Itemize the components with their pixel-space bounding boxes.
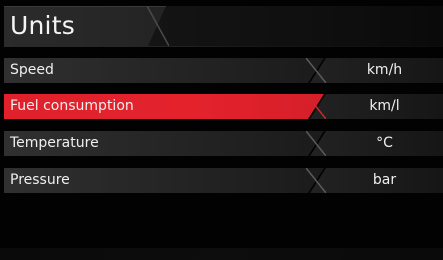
footer-strip bbox=[0, 248, 443, 260]
unit-row-fuel-consumption[interactable]: Fuel consumption km/l bbox=[4, 94, 443, 119]
unit-label: Temperature bbox=[10, 135, 99, 151]
unit-label: Speed bbox=[10, 62, 54, 78]
row-divider bbox=[306, 58, 326, 83]
page-title: Units bbox=[10, 11, 75, 40]
unit-value[interactable]: bar bbox=[326, 168, 443, 193]
unit-value[interactable]: km/h bbox=[326, 58, 443, 83]
unit-value[interactable]: °C bbox=[326, 131, 443, 156]
unit-label: Fuel consumption bbox=[10, 98, 134, 114]
header-divider bbox=[147, 6, 169, 46]
header-slash-panel bbox=[148, 6, 443, 46]
unit-row-pressure[interactable]: Pressure bar bbox=[4, 168, 443, 193]
unit-row-temperature[interactable]: Temperature °C bbox=[4, 131, 443, 156]
row-divider bbox=[306, 131, 326, 156]
row-divider bbox=[306, 94, 326, 119]
unit-label: Pressure bbox=[10, 172, 70, 188]
units-screen: Units Speed km/h Fuel consumption km/l T… bbox=[0, 0, 443, 260]
unit-row-speed[interactable]: Speed km/h bbox=[4, 58, 443, 83]
row-divider bbox=[306, 168, 326, 193]
unit-value[interactable]: km/l bbox=[326, 94, 443, 119]
